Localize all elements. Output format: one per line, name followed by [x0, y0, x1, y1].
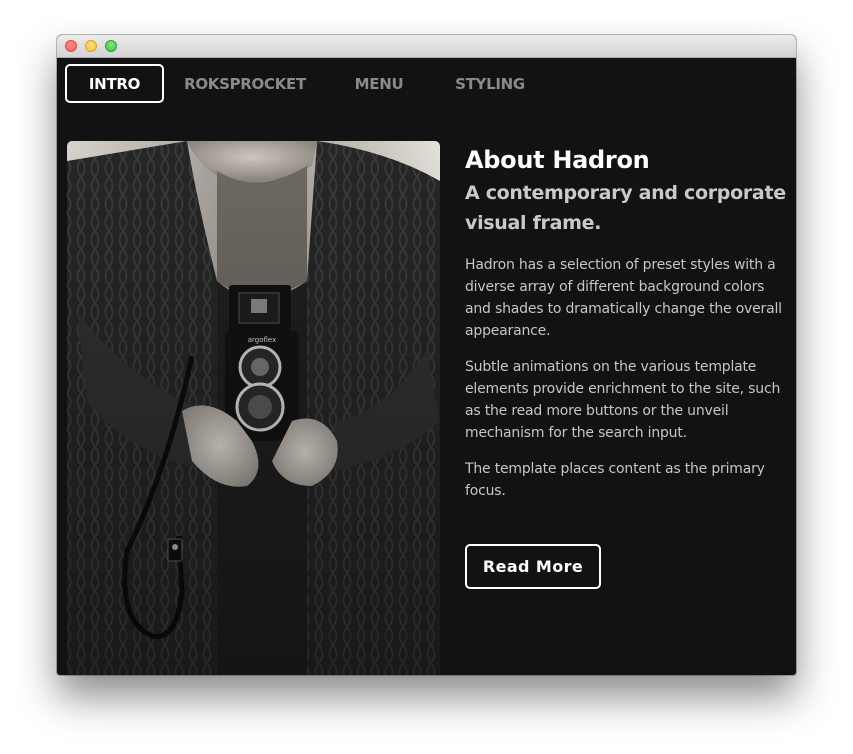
nav-item-menu[interactable]: MENU — [340, 64, 418, 103]
paragraph-animations: Subtle animations on the various templat… — [465, 359, 781, 441]
paragraph-content-focus: The template places content as the prima… — [465, 461, 765, 499]
page-title: About Hadron — [465, 146, 650, 174]
nav-item-roksprocket[interactable]: ROKSPROCKET — [184, 64, 306, 103]
close-window-button[interactable] — [65, 40, 77, 52]
hero-photo: argoflex — [67, 141, 440, 675]
page-subtitle: A contemporary and corporate visual fram… — [465, 182, 786, 234]
paragraph-presets: Hadron has a selection of preset styles … — [465, 257, 782, 339]
main-navigation: INTRO ROKSPROCKET MENU STYLING — [57, 58, 796, 118]
zoom-window-button[interactable] — [105, 40, 117, 52]
window-titlebar — [57, 35, 796, 58]
photo-man-with-camera-icon: argoflex — [67, 141, 440, 675]
nav-item-styling[interactable]: STYLING — [449, 64, 531, 103]
browser-window: INTRO ROKSPROCKET MENU STYLING About Had… — [57, 35, 796, 675]
minimize-window-button[interactable] — [85, 40, 97, 52]
nav-item-intro[interactable]: INTRO — [65, 64, 164, 103]
read-more-button[interactable]: Read More — [465, 544, 601, 589]
content-column: About Hadron A contemporary and corporat… — [465, 143, 787, 502]
